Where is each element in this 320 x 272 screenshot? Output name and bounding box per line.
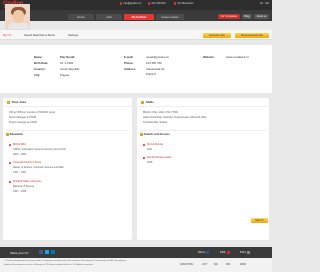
top-email-text: info@grafton.cz: [123, 2, 142, 5]
past-jobs-title: Past Jobs: [12, 100, 27, 104]
avatar: [5, 4, 30, 30]
facebook-icon[interactable]: [39, 250, 43, 254]
phone-label: Phone:: [124, 61, 134, 65]
country-label: Country:: [34, 67, 46, 71]
bullet: [143, 157, 145, 159]
nav-tab-my-grafton[interactable]: My Grafton: [124, 14, 154, 20]
skills-line-1: IBACA, CISA, JAVA, CSS, HTML: [143, 111, 179, 114]
edu-3-years: 1997 – 1999: [13, 190, 27, 193]
export-pdf-button[interactable]: PDF: [220, 251, 230, 254]
education-header: Education: [6, 133, 23, 136]
graduation-icon: [6, 133, 9, 136]
twitter-icon[interactable]: [45, 250, 49, 254]
awards-title: Awards and Honors: [143, 132, 170, 137]
past-jobs-header: Past Jobs: [3, 98, 132, 107]
past-job-3: Project manager at CSOB: [9, 121, 37, 124]
tab-my-cv[interactable]: My CV: [3, 34, 11, 37]
tab-saved-searches[interactable]: Saved Searches & Alerts: [24, 34, 55, 37]
lang-en[interactable]: EN: [265, 2, 269, 5]
profile-website[interactable]: www.novakweb.cz: [226, 56, 249, 59]
partner-logo-grafton[interactable]: GRAFTON: [180, 263, 193, 266]
partner-logo-aft[interactable]: AFT: [202, 263, 207, 266]
top-phone-link[interactable]: 243 406 801: [148, 2, 166, 5]
award-2-year: 2008: [147, 161, 153, 164]
tools-icon: [141, 101, 144, 104]
profile-city: Prague: [60, 73, 70, 77]
awards-header: Awards and Honors: [140, 133, 170, 136]
nav-tab-jobs[interactable]: Jobs: [96, 14, 122, 20]
name-label: Name:: [34, 55, 43, 59]
partner-logo-bsm[interactable]: BSM: [240, 263, 246, 266]
edit-cv-button[interactable]: Edit CV: [251, 218, 268, 223]
footer-line-1: © Grafton Employment Group provides Cont…: [4, 260, 127, 262]
bullet: [9, 144, 11, 146]
nav-about-us[interactable]: About us: [254, 14, 269, 19]
nav-tab-home[interactable]: Home: [68, 14, 94, 20]
partner-logo-ins[interactable]: INS: [226, 263, 230, 266]
word-icon: [205, 251, 209, 254]
linkedin-icon[interactable]: [51, 250, 55, 254]
bullet: [9, 181, 11, 183]
print-icon: [246, 251, 250, 254]
nav-tab-career-advice[interactable]: Career advice: [156, 14, 184, 20]
footer-line-2: Grafton Recruitment services a Network o…: [4, 264, 94, 266]
print-label: Print: [240, 250, 246, 255]
print-button[interactable]: Print: [240, 251, 250, 254]
past-job-1: CIO at HUB Ltd, member of HADNOI group: [9, 111, 56, 114]
profile-birth: 01. 2.1984: [60, 61, 74, 65]
edu-2-detail: Master of Science, Computer Science and …: [13, 166, 64, 169]
right-column: Skills: [137, 98, 269, 240]
edu-2-years: 1997 – 2001: [13, 171, 27, 174]
website-label: Website:: [203, 55, 215, 59]
pdf-icon: [226, 251, 230, 254]
award-1-year: 2011: [147, 148, 153, 151]
favourite-jobs-button[interactable]: Favourite Jobs: [203, 33, 231, 38]
skills-line-2: Adobe Photoshop, Illustrator, Dreamweave…: [143, 116, 208, 119]
trophy-icon: [140, 133, 143, 136]
share-label: Share your CV: [10, 251, 29, 255]
edu-1-detail: CRISC, Information Systems Security and …: [13, 148, 66, 151]
recommended-jobs-button[interactable]: Recommended Jobs: [235, 33, 269, 38]
education-title: Education: [9, 132, 24, 137]
profile-country: Czech Republic: [60, 67, 80, 71]
nav-for-companies[interactable]: For Companies: [218, 14, 240, 19]
award-2-name: Red Dot Design Award: [147, 156, 172, 159]
top-branches-text: Our Branches: [177, 2, 194, 5]
lang-cz[interactable]: CZ: [260, 2, 263, 5]
skills-title: Skills: [146, 100, 154, 104]
briefcase-icon: [7, 101, 10, 104]
skills-header: Skills: [137, 98, 269, 107]
top-phone-text: 243 406 801: [151, 2, 166, 5]
email-label: E-mail:: [124, 55, 134, 59]
nav-blog[interactable]: Blog: [242, 14, 252, 19]
edu-1-years: 2000 – 2002: [13, 153, 27, 156]
profile-email[interactable]: novak@gmail.com: [146, 56, 169, 59]
profile-address: Sokolovská 24: [146, 67, 165, 71]
top-branches-link[interactable]: Our Branches: [174, 2, 193, 5]
tab-settings[interactable]: Settings: [68, 34, 78, 37]
partner-logo-ne[interactable]: NE: [214, 263, 218, 266]
export-word-label: Word: [198, 250, 205, 255]
export-word-button[interactable]: Word: [198, 251, 209, 254]
top-email-link[interactable]: info@grafton.cz: [120, 2, 142, 5]
profile-name: Petr Novák: [60, 55, 75, 59]
address-label: Address:: [124, 67, 137, 71]
bullet: [143, 144, 145, 146]
edu-1-name: IBACA DRG: [13, 143, 27, 146]
skills-line-3: 3d Studio Max, Eclipse: [143, 121, 168, 124]
past-job-2: Senior Manager at CSOB: [9, 116, 37, 119]
export-pdf-label: PDF: [220, 250, 226, 255]
profile-address-city: Praha 8: [146, 72, 156, 76]
award-1-name: ISACA Member: [147, 143, 164, 146]
profile-phone: 123 456 789: [146, 61, 162, 65]
edu-3-name: Sheffield Hallam University: [13, 180, 42, 183]
edu-3-detail: Bachelor of Science: [13, 185, 35, 188]
language-switch: CZ EN: [258, 2, 269, 5]
edu-2-name: Universita Karlova v Praze: [13, 161, 42, 164]
bullet: [9, 162, 11, 164]
birth-label: Birth Date:: [34, 61, 49, 65]
city-label: City:: [34, 73, 41, 77]
